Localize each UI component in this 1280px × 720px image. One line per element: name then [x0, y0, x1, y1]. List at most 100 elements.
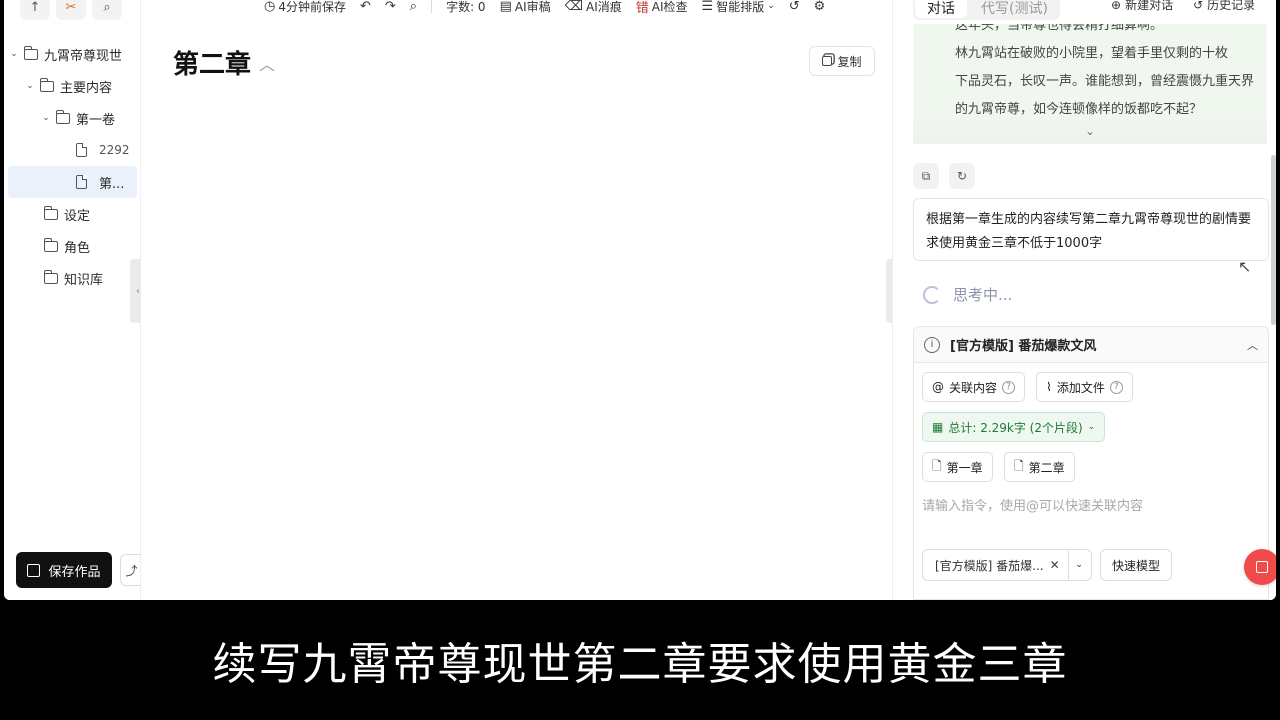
- save-work-label: 保存作品: [48, 564, 101, 580]
- tree-item-file-2292[interactable]: 2292: [4, 134, 141, 166]
- info-icon: i: [924, 336, 940, 353]
- thinking-indicator: 思考中...: [923, 284, 1012, 305]
- chevron-down-icon[interactable]: ⌄: [1067, 550, 1090, 580]
- plus-circle-icon: ⊕: [1111, 0, 1122, 12]
- tree-item-knowledge-base[interactable]: 知识库: [4, 262, 141, 294]
- calculator-icon: ▦: [932, 420, 944, 434]
- tree-item-label: 主要内容: [60, 80, 113, 96]
- stop-generation-button[interactable]: [1244, 549, 1276, 585]
- close-icon[interactable]: ✕: [1050, 558, 1060, 572]
- chapter-title[interactable]: 第二章 ︿: [173, 44, 275, 81]
- tree-item-label: 第一卷: [76, 112, 116, 128]
- folder-icon: [44, 269, 58, 284]
- ai-review-button[interactable]: ▤ AI审稿: [500, 0, 551, 15]
- chevron-down-icon[interactable]: ⌄: [24, 81, 36, 91]
- clock-icon: ◷: [264, 0, 276, 14]
- stop-icon: [1256, 561, 1268, 573]
- folder-icon: [44, 237, 58, 252]
- undo-icon[interactable]: ↶: [360, 0, 371, 14]
- tree-item-chapter-active[interactable]: 第...: [8, 166, 137, 198]
- tree-item-label: 九霄帝尊现世: [44, 48, 123, 64]
- sidebar-toolbar: ↑ ✂ ⌕: [4, 0, 141, 20]
- copy-button[interactable]: 复制: [809, 46, 875, 76]
- tree-item-label: 2292: [99, 143, 130, 157]
- template-header[interactable]: i [官方模版] 番茄爆款文风 ︿: [913, 326, 1269, 363]
- generated-text-preview[interactable]: 这年头，当帝尊也得会精打细算啊。 林九霄站在破败的小院里，望着手里仅剩的十枚 下…: [913, 24, 1267, 144]
- eraser-icon: ⌫: [564, 0, 584, 14]
- chevron-down-icon: ⌄: [1087, 422, 1096, 432]
- history-icon: ↺: [1193, 0, 1204, 12]
- tab-chat[interactable]: 对话: [915, 0, 967, 18]
- editor-area[interactable]: 第二章 ︿ 复制: [141, 30, 891, 600]
- ai-remove-traces-button[interactable]: ⌫ AI消痕: [565, 0, 622, 15]
- folder-icon: [40, 77, 54, 92]
- help-icon[interactable]: ?: [1109, 380, 1123, 394]
- chapter-chip-2[interactable]: 🗋 第二章: [1004, 452, 1075, 482]
- chevron-down-icon: ⌄: [767, 1, 775, 11]
- spinner-icon: [923, 285, 941, 304]
- panel-tabs: 对话 代写(测试): [913, 0, 1060, 20]
- word-count: 字数: 0: [446, 0, 486, 14]
- find-icon[interactable]: ⌕: [410, 0, 417, 14]
- chevron-down-icon[interactable]: ⌄: [8, 49, 20, 59]
- tree-item-label: 知识库: [64, 272, 104, 288]
- save-icon: [27, 563, 41, 577]
- copy-message-icon[interactable]: ⧉: [913, 163, 939, 189]
- copy-icon: [822, 56, 833, 66]
- file-icon: 🗋: [932, 458, 942, 473]
- panel-actions: ⊕ 新建对话 ↺ 历史记录: [1111, 0, 1255, 13]
- panel-scrollbar[interactable]: [1271, 155, 1276, 325]
- ai-check-button[interactable]: 错 AI检查: [636, 0, 688, 16]
- chevron-down-icon[interactable]: ⌄: [40, 113, 52, 123]
- link-content-button[interactable]: @ 关联内容 ?: [922, 372, 1026, 402]
- new-chat-button[interactable]: ⊕ 新建对话: [1111, 0, 1173, 13]
- template-select[interactable]: [官方模版] 番茄爆... ✕ ⌄: [922, 549, 1092, 581]
- scissors-icon[interactable]: ✂: [56, 0, 86, 20]
- align-icon: ☰: [701, 0, 714, 14]
- preview-line: 这年头，当帝尊也得会精打细算啊。: [955, 24, 1164, 33]
- save-work-button[interactable]: 保存作品: [16, 552, 112, 588]
- chevron-up-icon[interactable]: ︿: [259, 51, 275, 75]
- fast-model-button[interactable]: 快速模型: [1100, 549, 1172, 581]
- tree-item-settings[interactable]: 设定: [4, 198, 141, 230]
- search-icon[interactable]: ⌕: [92, 0, 122, 20]
- help-icon[interactable]: ?: [1002, 380, 1016, 394]
- tree-item-main-content[interactable]: ⌄ 主要内容: [4, 70, 141, 102]
- preview-line: 下品灵石，长叹一声。谁能想到，曾经震慑九重天界: [955, 74, 1255, 89]
- tree-item-characters[interactable]: 角色: [4, 230, 141, 262]
- sidebar: ↑ ✂ ⌕ ⌄ 九霄帝尊现世 ⌄ 主要内容 ⌄ 第一卷 2292 第... 设定…: [4, 0, 142, 600]
- ai-chat-panel: 对话 代写(测试) ⊕ 新建对话 ↺ 历史记录 这年头，当帝尊也得会精打细算啊。 林…: [892, 0, 1276, 600]
- regenerate-icon[interactable]: ↻: [949, 163, 975, 189]
- history-icon[interactable]: ↺: [789, 0, 800, 14]
- tree-item-project[interactable]: ⌄ 九霄帝尊现世: [4, 38, 141, 70]
- prompt-composer: @ 关联内容 ? ⌇ 添加文件 ? ▦ 总计: 2.29k字 (2个片段) ⌄ …: [913, 362, 1276, 600]
- folder-icon: [24, 45, 38, 60]
- chevron-up-icon[interactable]: ︿: [1247, 337, 1258, 353]
- at-icon: @: [932, 380, 944, 394]
- preview-line: 林九霄站在破败的小院里，望着手里仅剩的十枚: [955, 46, 1229, 61]
- autosave-status: ◷ 4分钟前保存: [264, 0, 346, 14]
- typo-icon: 错: [635, 0, 649, 16]
- smart-layout-button[interactable]: ☰ 智能排版 ⌄: [702, 0, 775, 15]
- document-icon: ▤: [499, 0, 512, 14]
- mouse-cursor-icon: ↖: [1238, 257, 1252, 276]
- tree-item-label: 角色: [64, 240, 91, 256]
- expand-preview-button[interactable]: ⌄: [913, 118, 1267, 144]
- up-arrow-icon[interactable]: ↑: [20, 0, 50, 20]
- chapter-chip-1[interactable]: 🗋 第一章: [922, 452, 993, 482]
- redo-icon[interactable]: ↷: [385, 0, 396, 14]
- video-subtitle: 续写九霄帝尊现世第二章要求使用黄金三章: [0, 600, 1280, 720]
- toolbar-divider: [431, 0, 433, 13]
- tree-item-volume-1[interactable]: ⌄ 第一卷: [4, 102, 141, 134]
- prompt-input[interactable]: 请输入指令，使用@可以快速关联内容: [922, 495, 1143, 514]
- tab-ghostwrite[interactable]: 代写(测试): [969, 0, 1060, 20]
- file-icon: [76, 175, 87, 189]
- total-words-badge[interactable]: ▦ 总计: 2.29k字 (2个片段) ⌄: [922, 412, 1106, 442]
- gear-icon[interactable]: ⚙: [814, 0, 826, 14]
- chevron-down-icon: ⌄: [1084, 124, 1096, 138]
- add-file-button[interactable]: ⌇ 添加文件 ?: [1036, 372, 1133, 402]
- history-button[interactable]: ↺ 历史记录: [1193, 0, 1255, 13]
- export-icon[interactable]: ⤴: [120, 554, 142, 586]
- file-icon: [76, 143, 87, 157]
- app-window: ↑ ✂ ⌕ ⌄ 九霄帝尊现世 ⌄ 主要内容 ⌄ 第一卷 2292 第... 设定…: [4, 0, 1276, 600]
